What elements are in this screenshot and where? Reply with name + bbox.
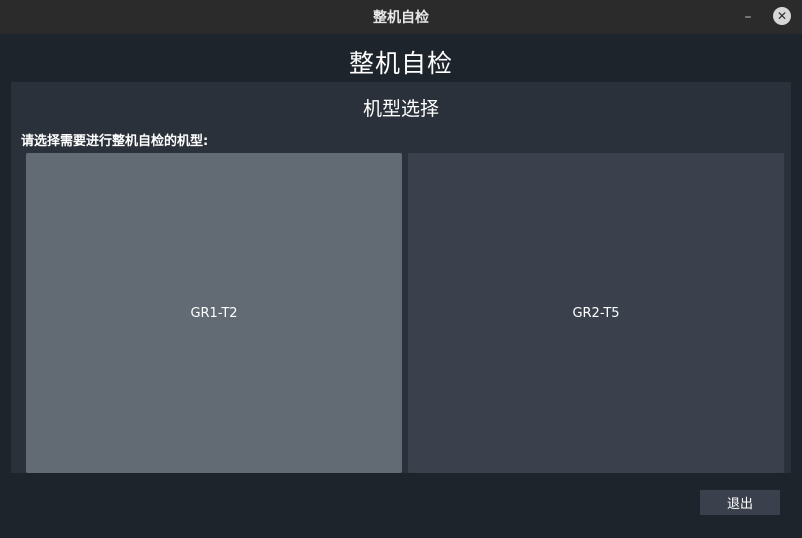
selection-prompt: 请选择需要进行整机自检的机型: bbox=[21, 134, 209, 149]
main-content: 整机自检 机型选择 请选择需要进行整机自检的机型: GR1-T2 GR2-T5 … bbox=[0, 34, 802, 538]
minimize-icon[interactable]: – bbox=[740, 9, 756, 25]
panel-title: 机型选择 bbox=[362, 98, 439, 120]
model-card-gr1-t2[interactable]: GR1-T2 bbox=[26, 153, 402, 473]
model-card-gr2-t5[interactable]: GR2-T5 bbox=[408, 153, 784, 473]
model-label: GR2-T5 bbox=[572, 305, 620, 321]
title-bar[interactable]: 整机自检 – ✕ bbox=[0, 0, 802, 34]
model-selection-panel: 机型选择 请选择需要进行整机自检的机型: GR1-T2 GR2-T5 bbox=[11, 82, 791, 473]
close-icon[interactable]: ✕ bbox=[773, 7, 791, 25]
exit-button[interactable]: 退出 bbox=[700, 490, 780, 515]
page-title: 整机自检 bbox=[348, 49, 453, 78]
model-label: GR1-T2 bbox=[190, 305, 238, 321]
app-window: 整机自检 – ✕ 整机自检 机型选择 请选择需要进行整机自检的机型: GR1-T… bbox=[0, 0, 802, 538]
window-title: 整机自检 bbox=[373, 10, 429, 26]
